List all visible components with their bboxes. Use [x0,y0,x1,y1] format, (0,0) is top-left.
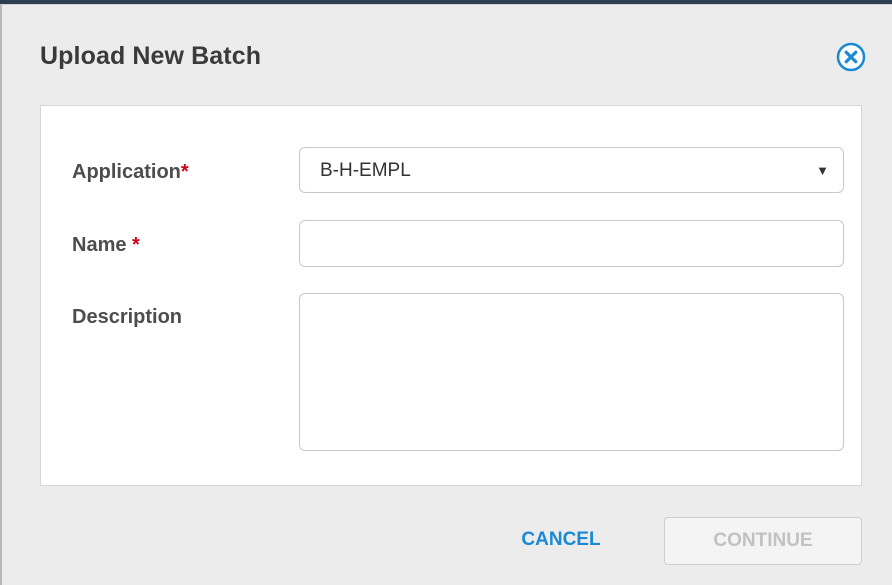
form-panel: Application* B-H-EMPL ▼ Name * Descripti… [40,105,862,486]
application-select[interactable]: B-H-EMPL ▼ [299,147,844,193]
application-label: Application* [72,161,189,183]
continue-button[interactable]: CONTINUE [664,517,862,565]
close-circle-icon [836,42,866,72]
description-textarea[interactable] [299,293,844,451]
name-label: Name * [72,234,140,256]
cancel-button[interactable]: CANCEL [497,517,625,563]
close-button[interactable] [836,42,866,72]
triangle-down-icon: ▼ [816,163,829,178]
required-asterisk: * [180,161,189,183]
upload-batch-dialog: Upload New Batch Application* B-H-EMPL ▼… [0,4,892,585]
name-input[interactable] [299,220,844,267]
dialog-title: Upload New Batch [40,42,262,70]
application-selected-value: B-H-EMPL [320,160,411,181]
description-label: Description [72,306,183,328]
required-asterisk: * [132,234,140,256]
